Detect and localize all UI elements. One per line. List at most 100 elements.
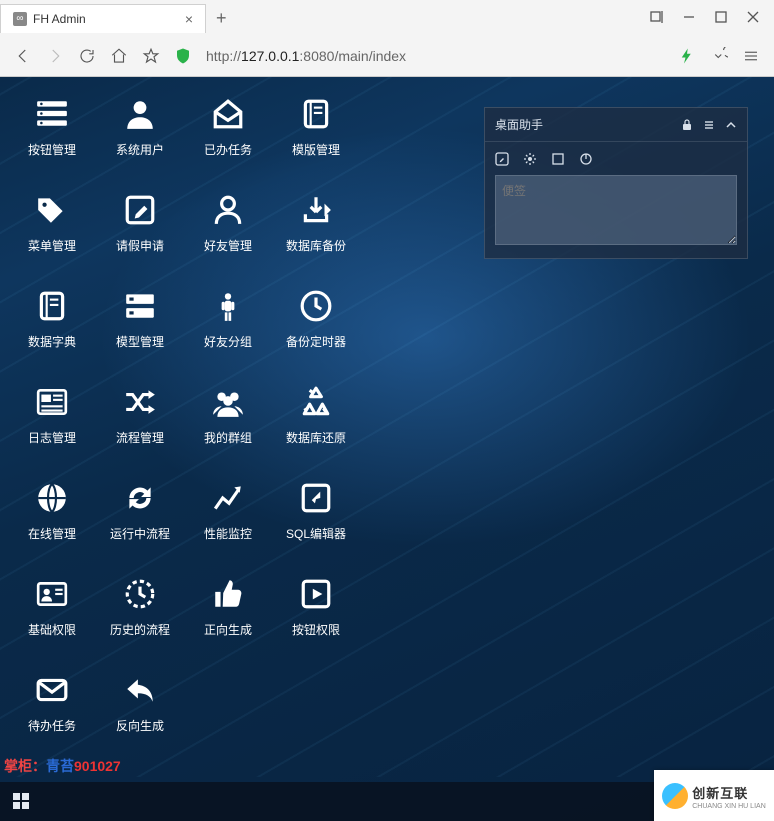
brand-badge[interactable]: 创新互联 CHUANG XIN HU LIAN	[654, 770, 774, 821]
desktop-icon-label: 在线管理	[28, 525, 76, 542]
browser-chrome: ∞ FH Admin × + http://127.0.0.1:8080/mai…	[0, 0, 774, 77]
thumbs-up-icon	[211, 577, 245, 611]
desktop-icon-rows[interactable]: 模型管理	[96, 283, 184, 379]
tab-title: FH Admin	[33, 12, 86, 26]
desktop-icon-refresh[interactable]: 运行中流程	[96, 475, 184, 571]
menu-icon[interactable]	[742, 47, 760, 65]
window-controls	[650, 10, 774, 27]
widget-lock-icon[interactable]	[681, 119, 693, 131]
sticky-note-input[interactable]	[495, 175, 737, 245]
tab-close-icon[interactable]: ×	[185, 11, 193, 27]
desktop-icon-label: 性能监控	[204, 525, 252, 542]
id-card-icon	[35, 577, 69, 611]
desktop-icon-label: SQL编辑器	[286, 525, 346, 542]
desktop-icon-thumbs-up[interactable]: 正向生成	[184, 571, 272, 667]
reply-icon	[123, 673, 157, 707]
dropdown-icon[interactable]	[710, 47, 728, 65]
edit-icon	[123, 193, 157, 227]
play-box-icon	[299, 577, 333, 611]
desktop-icon-id-card[interactable]: 基础权限	[8, 571, 96, 667]
desktop-icon-chart[interactable]: 性能监控	[184, 475, 272, 571]
widget-menu-icon[interactable]	[703, 119, 715, 131]
start-button[interactable]	[12, 792, 30, 813]
desktop-icon-label: 待办任务	[28, 717, 76, 734]
person-icon	[211, 289, 245, 323]
url-display[interactable]: http://127.0.0.1:8080/main/index	[206, 48, 664, 64]
book-icon	[299, 97, 333, 131]
desktop-icon-users[interactable]: 我的群组	[184, 379, 272, 475]
window-maximize-icon[interactable]	[714, 10, 728, 27]
refresh-icon	[123, 481, 157, 515]
desktop-icon-label: 按钮管理	[28, 141, 76, 158]
address-bar: http://127.0.0.1:8080/main/index	[0, 36, 774, 76]
desktop-icon-book[interactable]: 模版管理	[272, 91, 360, 187]
bars-list-icon	[35, 97, 69, 131]
url-path: /main/index	[334, 48, 406, 64]
url-host: 127.0.0.1	[241, 48, 299, 64]
security-shield-icon[interactable]	[174, 47, 192, 65]
widget-title: 桌面助手	[495, 116, 671, 133]
nav-favorite-icon[interactable]	[142, 47, 160, 65]
desktop-icon-sql[interactable]: SQL编辑器	[272, 475, 360, 571]
desktop-icon-play-box[interactable]: 按钮权限	[272, 571, 360, 667]
desktop-icon-news[interactable]: 日志管理	[8, 379, 96, 475]
widget-window-icon[interactable]	[551, 152, 565, 169]
desktop-icon-label: 已办任务	[204, 141, 252, 158]
desktop-icon-user-outline[interactable]: 好友管理	[184, 187, 272, 283]
nav-refresh-icon[interactable]	[78, 47, 96, 65]
window-close-icon[interactable]	[746, 10, 760, 27]
recycle-icon	[299, 385, 333, 419]
window-minimize-icon[interactable]	[682, 10, 696, 27]
tab-favicon: ∞	[13, 12, 27, 26]
desktop-icon-label: 正向生成	[204, 621, 252, 638]
desktop-icon-bars-list[interactable]: 按钮管理	[8, 91, 96, 187]
url-port: :8080	[299, 48, 334, 64]
desktop-icon-label: 好友管理	[204, 237, 252, 254]
clock-icon	[299, 289, 333, 323]
desktop-icon-book[interactable]: 数据字典	[8, 283, 96, 379]
watermark: 掌柜：青苔901027	[4, 756, 121, 776]
import-icon	[299, 193, 333, 227]
window-tab-aside-icon[interactable]	[650, 10, 664, 27]
widget-edit-icon[interactable]	[495, 152, 509, 169]
desktop-icon-label: 请假申请	[116, 237, 164, 254]
desktop-icon-import[interactable]: 数据库备份	[272, 187, 360, 283]
desktop-icon-edit[interactable]: 请假申请	[96, 187, 184, 283]
widget-collapse-icon[interactable]	[725, 119, 737, 131]
sql-icon	[299, 481, 333, 515]
widget-body	[485, 175, 747, 258]
nav-home-icon[interactable]	[110, 47, 128, 65]
user-icon	[123, 97, 157, 131]
widget-header: 桌面助手	[485, 108, 747, 142]
widget-power-icon[interactable]	[579, 152, 593, 169]
watermark-id: 901027	[74, 758, 121, 774]
bolt-icon[interactable]	[678, 47, 696, 65]
new-tab-button[interactable]: +	[206, 8, 237, 29]
desktop-icon-tags[interactable]: 菜单管理	[8, 187, 96, 283]
desktop-icon-label: 菜单管理	[28, 237, 76, 254]
mail-icon	[35, 673, 69, 707]
rows-icon	[123, 289, 157, 323]
desktop-icon-clock[interactable]: 备份定时器	[272, 283, 360, 379]
desktop-icon-reply[interactable]: 反向生成	[96, 667, 184, 763]
desktop-icon-label: 数据库备份	[286, 237, 346, 254]
desktop-icon-label: 模版管理	[292, 141, 340, 158]
desktop-icon-label: 备份定时器	[286, 333, 346, 350]
book-icon	[35, 289, 69, 323]
desktop-icon-globe[interactable]: 在线管理	[8, 475, 96, 571]
desktop-icon-history[interactable]: 历史的流程	[96, 571, 184, 667]
desktop-icon-label: 运行中流程	[110, 525, 170, 542]
desktop-icon-label: 按钮权限	[292, 621, 340, 638]
nav-forward-icon[interactable]	[46, 47, 64, 65]
url-prefix: http://	[206, 48, 241, 64]
desktop-icon-shuffle[interactable]: 流程管理	[96, 379, 184, 475]
desktop-icon-recycle[interactable]: 数据库还原	[272, 379, 360, 475]
desktop-icon-envelope-open[interactable]: 已办任务	[184, 91, 272, 187]
desktop-icon-mail[interactable]: 待办任务	[8, 667, 96, 763]
widget-settings-icon[interactable]	[523, 152, 537, 169]
nav-back-icon[interactable]	[14, 47, 32, 65]
watermark-name: 青苔	[46, 758, 74, 774]
desktop-icon-user[interactable]: 系统用户	[96, 91, 184, 187]
desktop-icon-person[interactable]: 好友分组	[184, 283, 272, 379]
browser-tab[interactable]: ∞ FH Admin ×	[0, 4, 206, 33]
